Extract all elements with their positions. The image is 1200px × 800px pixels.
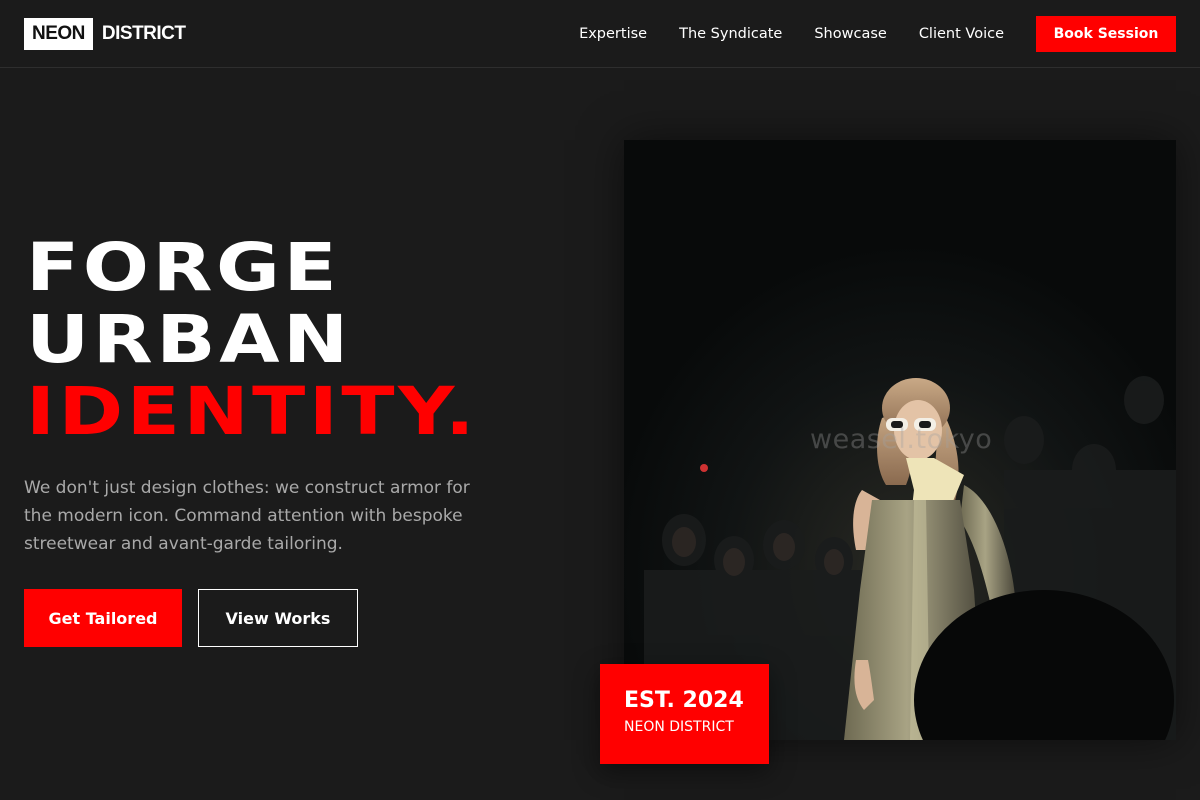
hero-photo: weasel.tokyo [624, 140, 1176, 740]
headline-line-identity: IDENTITY. [26, 373, 479, 450]
nav-link-client-voice[interactable]: Client Voice [919, 26, 1004, 42]
book-session-button[interactable]: Book Session [1036, 16, 1176, 52]
site-header: NEON DISTRICT Expertise The Syndicate Sh… [0, 0, 1200, 68]
nav-link-expertise[interactable]: Expertise [579, 26, 647, 42]
badge-label: NEON DISTRICT [624, 719, 734, 735]
logo-box: NEON [24, 18, 93, 50]
main-nav: Expertise The Syndicate Showcase Client … [547, 0, 1004, 68]
landing-page: NEON DISTRICT Expertise The Syndicate Sh… [0, 0, 1200, 800]
view-works-button[interactable]: View Works [198, 589, 358, 647]
established-badge: EST. 2024 NEON DISTRICT [600, 664, 769, 764]
get-tailored-button[interactable]: Get Tailored [24, 589, 182, 647]
logo[interactable]: NEON DISTRICT [24, 18, 186, 50]
hero-description: We don't just design clothes: we constru… [24, 478, 470, 554]
headline-line-forge: FORGE [26, 229, 341, 306]
headline-line-urban: URBAN [26, 301, 352, 378]
hero-headline: FORGE URBAN IDENTITY. [26, 232, 478, 448]
nav-link-syndicate[interactable]: The Syndicate [679, 26, 782, 42]
nav-link-showcase[interactable]: Showcase [814, 26, 886, 42]
image-watermark: weasel.tokyo [810, 424, 993, 455]
badge-year: EST. 2024 [624, 688, 744, 713]
logo-text: DISTRICT [101, 23, 186, 44]
